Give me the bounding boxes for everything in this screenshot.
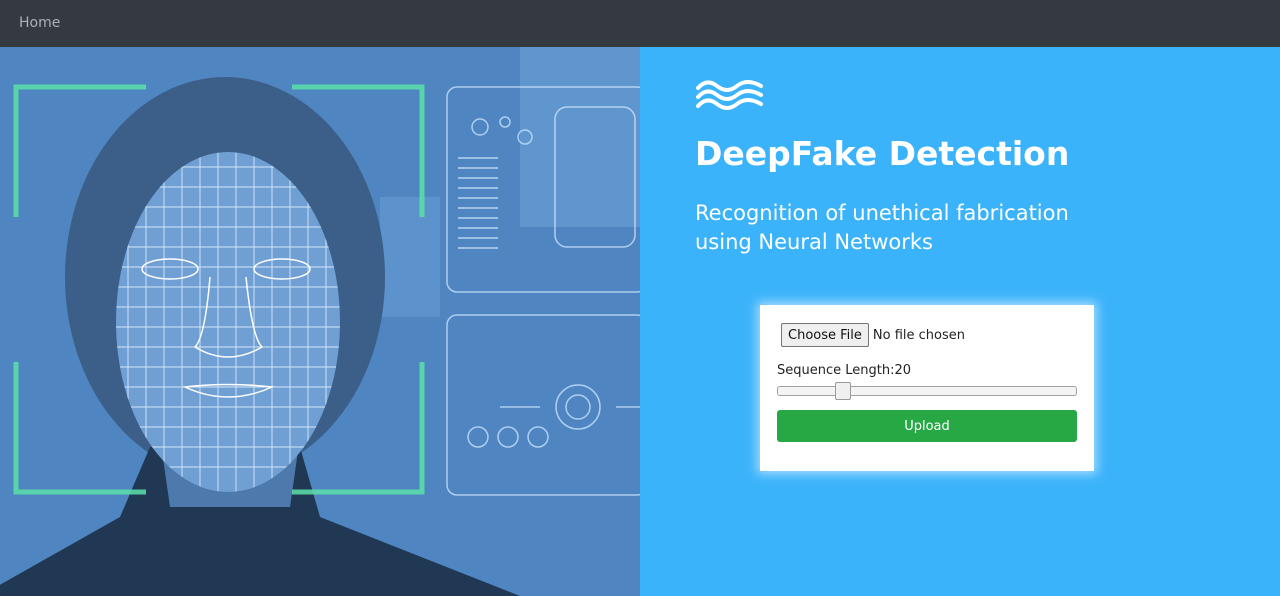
page-subtitle: Recognition of unethical fabrication usi… [695, 199, 1135, 257]
sequence-length-value: 20 [894, 363, 912, 378]
upload-button[interactable]: Upload [777, 410, 1077, 442]
face-scan-image [0, 47, 640, 596]
page-title: DeepFake Detection [695, 134, 1070, 173]
navbar: Home [0, 0, 1280, 47]
file-input: Choose File No file chosen [781, 323, 965, 347]
subtitle-line-2: using Neural Networks [695, 230, 933, 254]
sequence-length-label: Sequence Length:20 [777, 363, 911, 378]
choose-file-button[interactable]: Choose File [781, 323, 869, 347]
waves-logo-icon [696, 80, 763, 110]
sequence-length-slider[interactable] [777, 382, 1077, 400]
subtitle-line-1: Recognition of unethical fabrication [695, 201, 1069, 225]
sequence-length-label-text: Sequence Length: [777, 363, 895, 378]
upload-form-card: Choose File No file chosen Sequence Leng… [760, 305, 1094, 471]
nav-home-link[interactable]: Home [19, 15, 60, 31]
file-status-text: No file chosen [872, 327, 965, 343]
slider-thumb[interactable] [834, 382, 851, 400]
